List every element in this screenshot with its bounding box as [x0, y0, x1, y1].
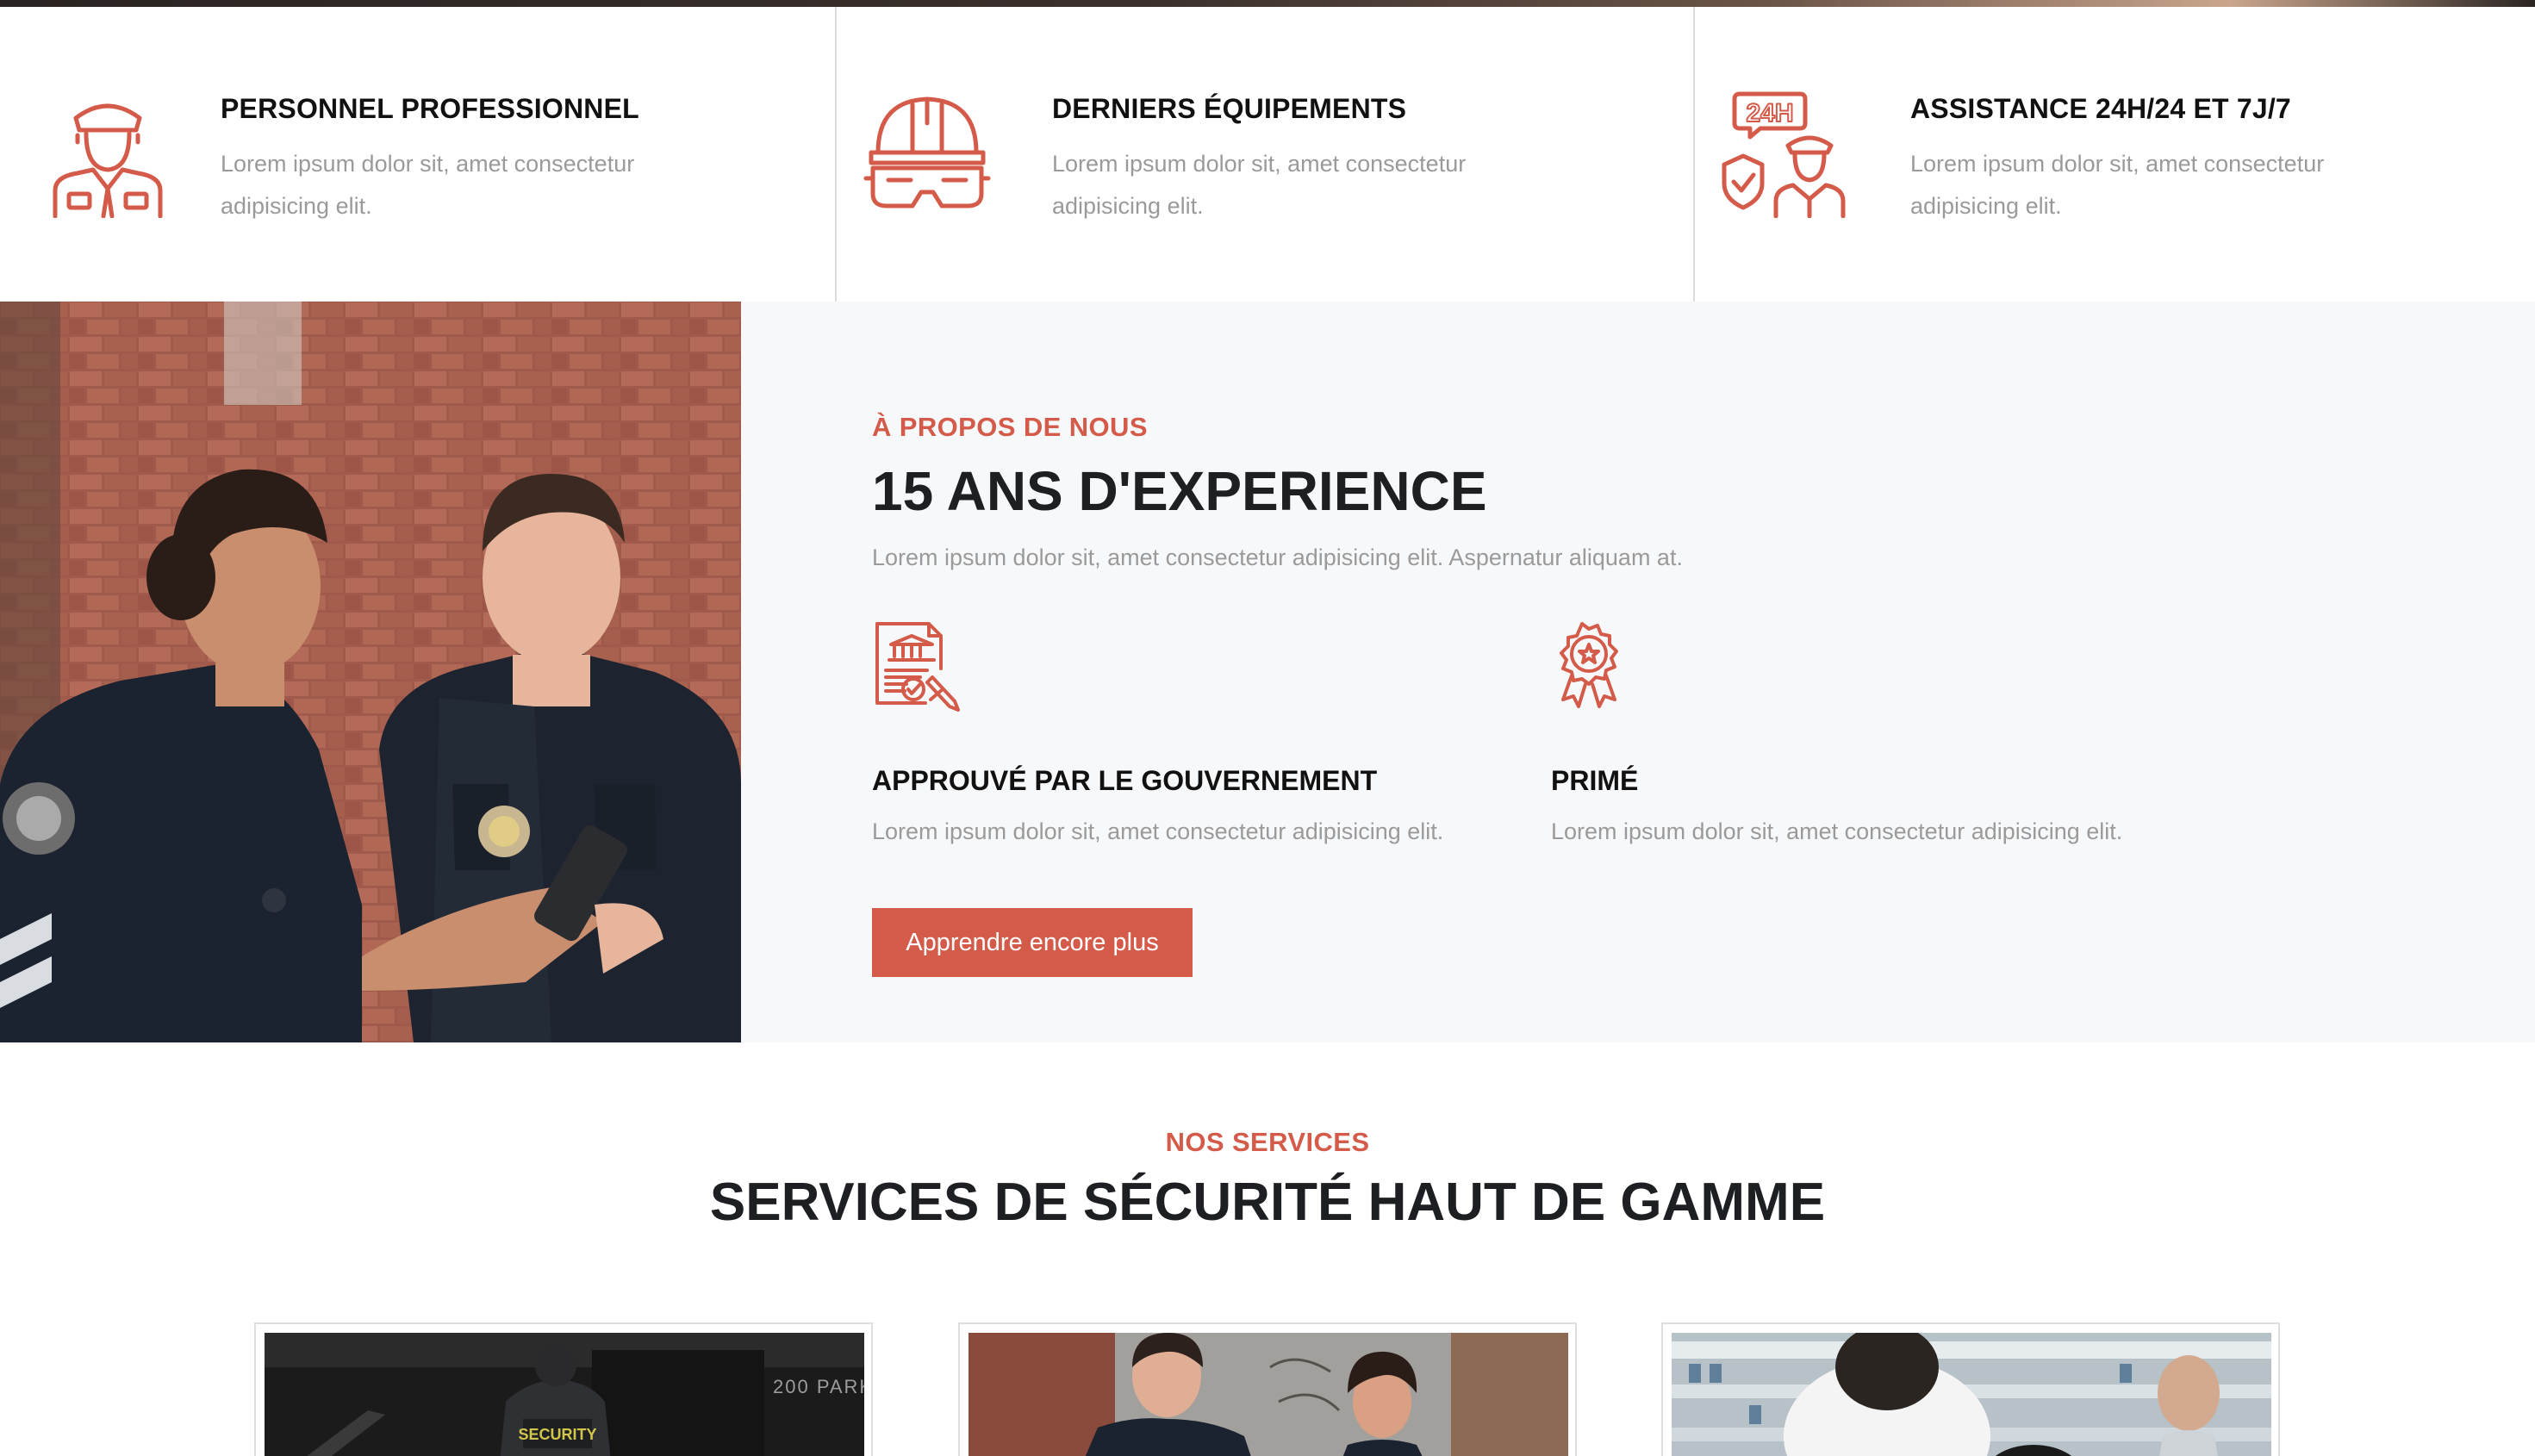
store-security-photo: [1672, 1333, 2271, 1456]
officers-with-phone-photo: [0, 302, 741, 1042]
feature-24-7-support: 24H ASSISTANCE 24H/24 ET 7J/7 Lorem ipsu…: [1695, 7, 2535, 302]
feature-description-line-1: Lorem ipsum dolor sit, amet consectetur: [221, 151, 635, 177]
service-card[interactable]: [958, 1322, 1577, 1456]
address-text: 200 PARK: [773, 1376, 864, 1397]
point-description: Lorem ipsum dolor sit, amet consectetur …: [872, 818, 1444, 844]
feature-description-line-1: Lorem ipsum dolor sit, amet consectetur: [1910, 151, 2325, 177]
support-badge-text: 24H: [1746, 99, 1793, 128]
award-icon: [1551, 620, 1646, 715]
services-title: SERVICES DE SÉCURITÉ HAUT DE GAMME: [709, 1173, 1826, 1232]
support-24h-icon: 24H: [1721, 89, 1850, 218]
about-description: Lorem ipsum dolor sit, amet consectetur …: [872, 544, 1683, 570]
night-guard-photo: 200 PARK SECURITY: [265, 1333, 864, 1456]
hero-image-bottom-edge: [0, 0, 2535, 7]
feature-description-line-2: adipisicing elit.: [1910, 193, 2062, 219]
point-description: Lorem ipsum dolor sit, amet consectetur …: [1551, 818, 2123, 844]
features-row: PERSONNEL PROFESSIONNEL Lorem ipsum dolo…: [0, 7, 2535, 302]
security-guard-icon: [43, 89, 172, 218]
learn-more-button[interactable]: Apprendre encore plus: [872, 908, 1193, 977]
services-eyebrow: NOS SERVICES: [1165, 1127, 1370, 1157]
about-title: 15 ANS D'EXPERIENCE: [872, 460, 1487, 522]
service-card[interactable]: 200 PARK SECURITY: [254, 1322, 873, 1456]
feature-description: Lorem ipsum dolor sit, amet consectetur …: [221, 143, 738, 227]
feature-description-line-1: Lorem ipsum dolor sit, amet consectetur: [1052, 151, 1467, 177]
about-content: À PROPOS DE NOUS 15 ANS D'EXPERIENCE Lor…: [872, 302, 2466, 1042]
feature-latest-equipment: DERNIERS ÉQUIPEMENTS Lorem ipsum dolor s…: [837, 7, 1695, 302]
feature-title: DERNIERS ÉQUIPEMENTS: [1052, 93, 1407, 124]
helmet-goggles-icon: [863, 89, 992, 218]
patrol-officers-photo: [969, 1333, 1568, 1456]
about-eyebrow: À PROPOS DE NOUS: [872, 412, 1148, 442]
service-card[interactable]: [1661, 1322, 2280, 1456]
feature-description: Lorem ipsum dolor sit, amet consectetur …: [1052, 143, 1569, 227]
point-title: PRIMÉ: [1551, 765, 1639, 796]
feature-title: PERSONNEL PROFESSIONNEL: [221, 93, 639, 124]
feature-professional-staff: PERSONNEL PROFESSIONNEL Lorem ipsum dolo…: [0, 7, 837, 302]
feature-description: Lorem ipsum dolor sit, amet consectetur …: [1910, 143, 2427, 227]
feature-description-line-2: adipisicing elit.: [1052, 193, 1204, 219]
services-section: NOS SERVICES SERVICES DE SÉCURITÉ HAUT D…: [0, 1042, 2535, 1456]
feature-description-line-2: adipisicing elit.: [221, 193, 372, 219]
security-badge-text: SECURITY: [518, 1426, 596, 1443]
point-title: APPROUVÉ PAR LE GOUVERNEMENT: [872, 765, 1378, 796]
about-section: À PROPOS DE NOUS 15 ANS D'EXPERIENCE Lor…: [0, 302, 2535, 1042]
feature-title: ASSISTANCE 24H/24 ET 7J/7: [1910, 93, 2291, 124]
certificate-icon: [872, 620, 967, 715]
